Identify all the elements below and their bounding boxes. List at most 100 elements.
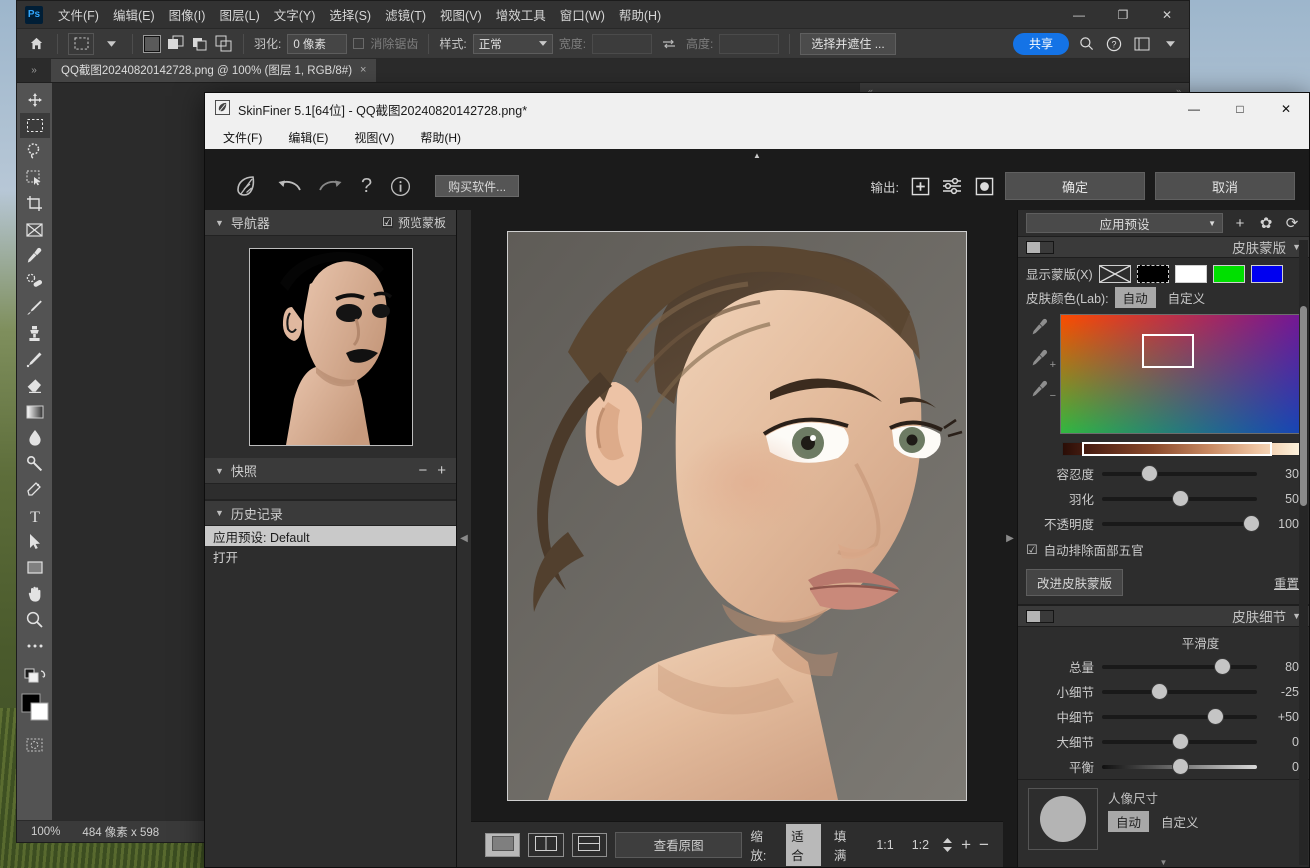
luminance-selection-rect[interactable] [1082, 442, 1272, 456]
pen-tool[interactable] [20, 477, 50, 502]
list-item[interactable]: 打开 [205, 546, 456, 566]
feather-input[interactable]: 0 像素 [287, 34, 347, 54]
preset-add-icon[interactable]: + [1231, 215, 1249, 232]
rectangle-tool[interactable] [20, 555, 50, 580]
chevron-down-icon[interactable] [1159, 33, 1181, 55]
snapshot-body[interactable] [205, 484, 456, 500]
skin-color-auto-button[interactable]: 自动 [1115, 287, 1156, 308]
output-settings-icon[interactable] [941, 175, 963, 197]
clone-stamp-tool[interactable] [20, 321, 50, 346]
skin-color-custom-button[interactable]: 自定义 [1162, 287, 1212, 308]
hand-tool[interactable] [20, 581, 50, 606]
search-icon[interactable] [1075, 33, 1097, 55]
menu-item-image[interactable]: 图像(I) [162, 1, 213, 28]
ok-button[interactable]: 确定 [1005, 172, 1145, 200]
mask-option-blue[interactable] [1251, 265, 1283, 283]
buy-software-button[interactable]: 购买软件... [435, 175, 519, 197]
help-icon[interactable]: ? [361, 175, 372, 198]
rectangular-marquee-tool[interactable] [20, 113, 50, 138]
medium-detail-slider[interactable] [1102, 715, 1257, 719]
large-detail-slider[interactable] [1102, 740, 1257, 744]
menu-item-file[interactable]: 文件(F) [223, 129, 262, 146]
eyedropper-icon[interactable] [1031, 318, 1049, 339]
share-button[interactable]: 共享 [1013, 33, 1069, 55]
output-new-layer-icon[interactable] [909, 175, 931, 197]
style-select[interactable]: 正常 [473, 34, 553, 54]
skin-mask-toggle[interactable] [1026, 241, 1054, 254]
lab-ab-color-picker[interactable] [1060, 314, 1301, 434]
subtract-from-selection-icon[interactable] [191, 35, 209, 53]
snapshot-remove-button[interactable]: − [418, 463, 427, 478]
right-panel-scrollbar[interactable] [1299, 240, 1308, 865]
mask-option-green[interactable] [1213, 265, 1245, 283]
crop-tool[interactable] [20, 191, 50, 216]
help-icon[interactable]: ? [1103, 33, 1125, 55]
skin-detail-header[interactable]: 皮肤细节 ▼ [1018, 605, 1309, 627]
snapshot-add-button[interactable]: + [437, 463, 446, 478]
mask-option-none[interactable] [1099, 265, 1131, 283]
height-input[interactable] [719, 34, 779, 54]
photoshop-toolbar[interactable]: T [17, 83, 53, 820]
balance-slider[interactable] [1102, 765, 1257, 769]
width-input[interactable] [592, 34, 652, 54]
menu-item-file[interactable]: 文件(F) [51, 1, 106, 28]
frame-tool[interactable] [20, 217, 50, 242]
zoom-in-button[interactable]: + [961, 836, 971, 853]
menu-item-help[interactable]: 帮助(H) [612, 1, 668, 28]
navigator-body[interactable] [205, 236, 456, 458]
lab-selection-rect[interactable] [1142, 334, 1194, 368]
scrollbar-thumb[interactable] [1300, 306, 1307, 506]
new-selection-icon[interactable] [143, 35, 161, 53]
preview-mask-checkbox[interactable]: ☑ 预览蒙板 [382, 214, 446, 231]
navigator-header[interactable]: ▼ 导航器 ☑ 预览蒙板 [205, 210, 456, 236]
photoshop-menubar[interactable]: 文件(F) 编辑(E) 图像(I) 图层(L) 文字(Y) 选择(S) 滤镜(T… [51, 1, 668, 28]
history-brush-tool[interactable] [20, 347, 50, 372]
zoom-tool[interactable] [20, 607, 50, 632]
zoom-fill-button[interactable]: 填满 [829, 824, 864, 866]
history-header[interactable]: ▼ 历史记录 [205, 500, 456, 526]
undo-icon[interactable] [277, 178, 301, 194]
triangle-down-icon[interactable]: ▼ [215, 508, 224, 518]
select-and-mask-button[interactable]: 选择并遮住 ... [800, 33, 895, 55]
checkbox-icon[interactable]: ☑ [382, 217, 393, 228]
workspace-icon[interactable] [1131, 33, 1153, 55]
dodge-tool[interactable] [20, 451, 50, 476]
menu-item-help[interactable]: 帮助(H) [420, 129, 461, 146]
menu-item-window[interactable]: 窗口(W) [553, 1, 612, 28]
lasso-tool[interactable] [20, 139, 50, 164]
foreground-background-color-icon[interactable] [20, 689, 50, 725]
maximize-button[interactable]: ❐ [1101, 1, 1145, 29]
object-selection-tool[interactable] [20, 165, 50, 190]
small-detail-slider[interactable] [1102, 690, 1257, 694]
zoom-out-button[interactable]: − [979, 836, 989, 853]
maximize-button[interactable]: □ [1217, 93, 1263, 125]
mask-option-white[interactable] [1175, 265, 1207, 283]
eyedropper-tool[interactable] [20, 243, 50, 268]
history-list[interactable]: 应用预设: Default 打开 [205, 526, 456, 867]
menu-item-layer[interactable]: 图层(L) [212, 1, 266, 28]
panel-scroll-down-icon[interactable]: ▼ [1018, 858, 1309, 867]
intersect-selection-icon[interactable] [215, 35, 233, 53]
gear-icon[interactable]: ✿ [1257, 214, 1275, 232]
path-selection-tool[interactable] [20, 529, 50, 554]
minimize-button[interactable]: — [1057, 1, 1101, 29]
reset-link[interactable]: 重置 [1274, 573, 1299, 592]
menu-item-select[interactable]: 选择(S) [322, 1, 378, 28]
antialias-checkbox[interactable] [353, 38, 364, 49]
list-item[interactable]: 应用预设: Default [205, 526, 456, 546]
photoshop-window-controls[interactable]: — ❐ ✕ [1057, 1, 1189, 29]
portrait-size-auto-button[interactable]: 自动 [1108, 811, 1149, 832]
healing-brush-tool[interactable] [20, 269, 50, 294]
checkbox-icon[interactable]: ☑ [1026, 542, 1038, 558]
eyedropper-subtract-icon[interactable]: − [1031, 380, 1049, 401]
preview-canvas[interactable] [471, 210, 1003, 821]
preset-dropdown[interactable]: 应用预设 ▼ [1026, 213, 1223, 233]
portrait-size-custom-button[interactable]: 自定义 [1155, 811, 1205, 832]
auto-exclude-row[interactable]: ☑ 自动排除面部五官 [1018, 536, 1309, 563]
zoom-stepper[interactable] [942, 837, 953, 853]
info-icon[interactable] [390, 176, 411, 197]
zoom-1-2-button[interactable]: 1:2 [907, 836, 934, 854]
toolbar-collapse-handle[interactable]: ▲ [205, 149, 1309, 162]
close-icon[interactable]: × [360, 64, 366, 76]
skinfiner-window-controls[interactable]: — □ ✕ [1171, 93, 1309, 125]
